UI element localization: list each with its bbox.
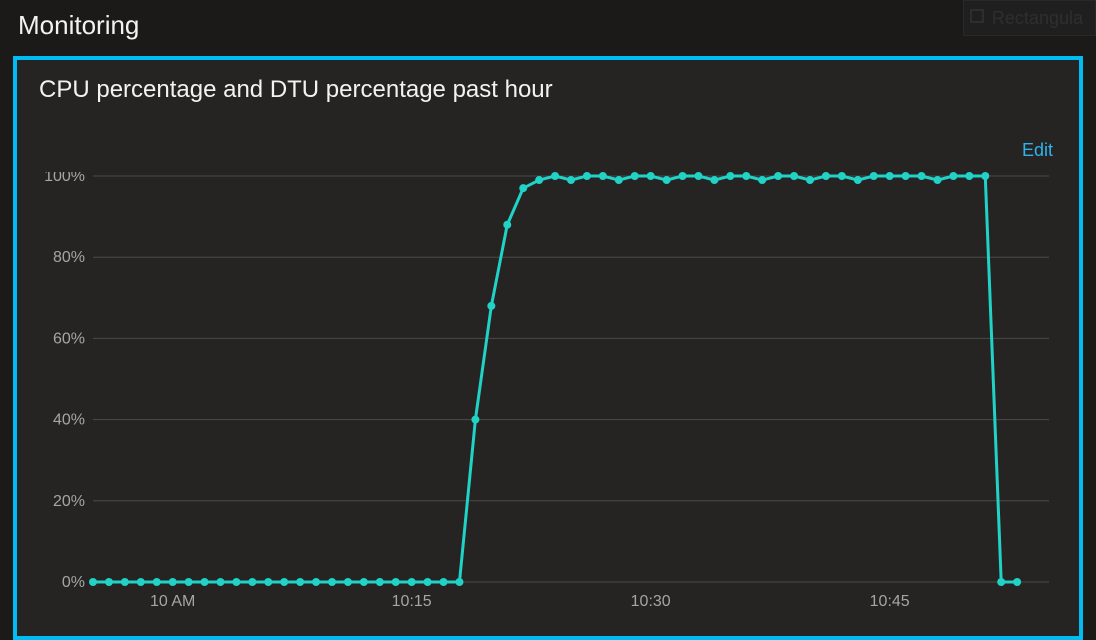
data-point (647, 172, 655, 180)
data-point (248, 578, 256, 586)
data-point (137, 578, 145, 586)
data-point (790, 172, 798, 180)
data-point (408, 578, 416, 586)
data-point (169, 578, 177, 586)
data-point (806, 176, 814, 184)
data-point (902, 172, 910, 180)
chart-plot-area[interactable]: 0% 20% 40% 60% 80% 100% 10 AM 10:15 10:30 10:45 (37, 172, 1059, 616)
data-point (997, 578, 1005, 586)
data-point (870, 172, 878, 180)
rectangular-label: Rectangula (992, 8, 1083, 28)
data-point (360, 578, 368, 586)
data-point (615, 176, 623, 184)
rectangle-icon (970, 9, 984, 23)
data-point (89, 578, 97, 586)
data-point (631, 172, 639, 180)
data-point (455, 578, 463, 586)
data-point (392, 578, 400, 586)
series-line (93, 176, 1017, 582)
data-point (153, 578, 161, 586)
data-point (312, 578, 320, 586)
data-point (599, 172, 607, 180)
data-point (1013, 578, 1021, 586)
y-tick-label: 60% (53, 330, 85, 347)
data-point (121, 578, 129, 586)
data-point (774, 172, 782, 180)
data-point (440, 578, 448, 586)
edit-chart-link[interactable]: Edit (1022, 140, 1053, 161)
data-point (949, 172, 957, 180)
data-point (981, 172, 989, 180)
y-tick-label: 20% (53, 493, 85, 510)
y-tick-label: 100% (44, 172, 85, 185)
data-point (965, 172, 973, 180)
data-point (838, 172, 846, 180)
data-point (328, 578, 336, 586)
data-point (694, 172, 702, 180)
x-tick-label: 10:45 (870, 593, 910, 610)
data-point (105, 578, 113, 586)
data-point (216, 578, 224, 586)
section-title: Monitoring (18, 10, 139, 41)
data-point (264, 578, 272, 586)
data-point (503, 221, 511, 229)
x-tick-label: 10:15 (392, 593, 432, 610)
data-point (201, 578, 209, 586)
data-point (535, 176, 543, 184)
data-point (918, 172, 926, 180)
data-point (185, 578, 193, 586)
data-point (726, 172, 734, 180)
chart-title: CPU percentage and DTU percentage past h… (39, 76, 553, 104)
data-point (854, 176, 862, 184)
x-tick-label: 10:30 (631, 593, 671, 610)
data-point (583, 172, 591, 180)
data-point (424, 578, 432, 586)
line-chart-svg: 0% 20% 40% 60% 80% 100% 10 AM 10:15 10:30 10:45 (37, 172, 1059, 616)
y-tick-label: 40% (53, 412, 85, 429)
monitoring-chart-panel[interactable]: CPU percentage and DTU percentage past h… (13, 56, 1083, 640)
data-point (663, 176, 671, 184)
data-point (567, 176, 575, 184)
data-point (551, 172, 559, 180)
data-point (519, 184, 527, 192)
data-point (344, 578, 352, 586)
y-tick-label: 80% (53, 249, 85, 266)
data-point (758, 176, 766, 184)
data-point (376, 578, 384, 586)
data-point (710, 176, 718, 184)
data-point (487, 302, 495, 310)
data-point (933, 176, 941, 184)
data-point (471, 416, 479, 424)
data-point (886, 172, 894, 180)
data-point (679, 172, 687, 180)
x-tick-label: 10 AM (150, 593, 195, 610)
data-point (742, 172, 750, 180)
rectangular-snip-button: Rectangula (963, 0, 1096, 36)
y-tick-label: 0% (62, 574, 85, 591)
data-point (232, 578, 240, 586)
data-point (296, 578, 304, 586)
data-point (280, 578, 288, 586)
data-point (822, 172, 830, 180)
